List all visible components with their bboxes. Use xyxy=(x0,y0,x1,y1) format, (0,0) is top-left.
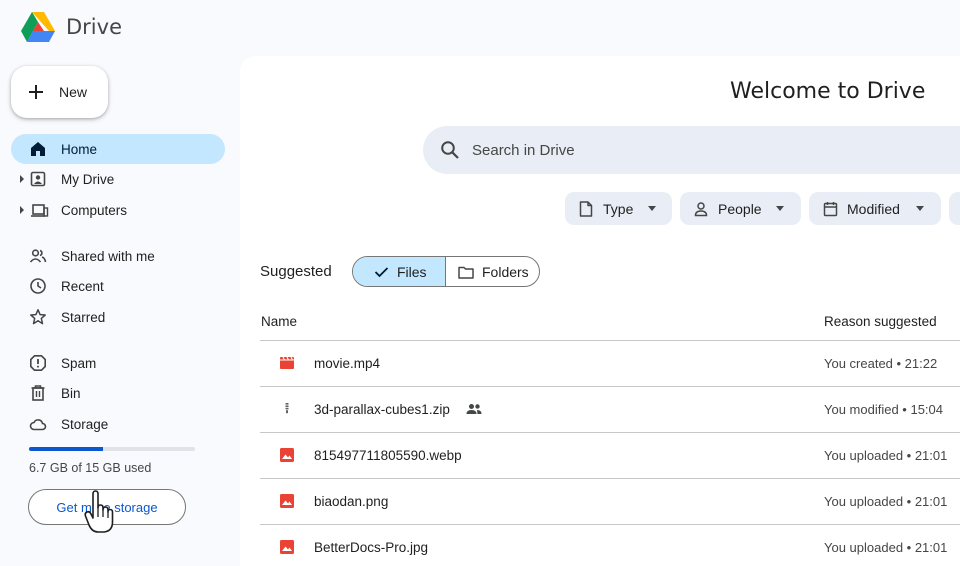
file-name: BetterDocs-Pro.jpg xyxy=(314,540,429,555)
video-icon xyxy=(280,356,294,369)
sidebar-item-storage[interactable]: Storage xyxy=(11,409,225,439)
my-drive-icon xyxy=(30,171,46,187)
new-button[interactable]: New xyxy=(11,66,108,118)
filter-type-label: Type xyxy=(603,201,634,217)
spam-icon xyxy=(30,355,46,371)
search-icon[interactable] xyxy=(440,140,460,160)
chevron-down-icon xyxy=(776,206,784,211)
image-icon xyxy=(280,494,294,508)
sidebar-item-shared-with-me[interactable]: Shared with me xyxy=(11,241,225,271)
table-row[interactable]: 3d-parallax-cubes1.zip You modified • 15… xyxy=(260,387,960,432)
sidebar-item-label: Shared with me xyxy=(61,249,155,264)
cloud-icon xyxy=(29,419,47,431)
app-name: Drive xyxy=(66,15,122,39)
sidebar-item-label: Spam xyxy=(61,356,97,371)
files-folders-toggle: Files Folders xyxy=(352,256,540,287)
bin-icon xyxy=(31,385,45,401)
sidebar-item-label: Recent xyxy=(61,279,104,294)
sidebar-item-label: Starred xyxy=(61,310,106,325)
image-icon xyxy=(280,448,294,462)
plus-icon xyxy=(29,85,43,99)
table-row[interactable]: BetterDocs-Pro.jpg You uploaded • 21:01 xyxy=(260,525,960,566)
person-icon xyxy=(694,202,708,217)
toggle-folders-button[interactable]: Folders xyxy=(446,257,539,286)
filter-people-label: People xyxy=(718,201,762,217)
filter-more-chip[interactable] xyxy=(949,192,960,225)
drive-logo-icon xyxy=(21,12,55,42)
sidebar-item-starred[interactable]: Starred xyxy=(11,302,225,332)
sidebar-item-label: Computers xyxy=(61,203,128,218)
hand-cursor-icon xyxy=(84,490,114,533)
table-row[interactable]: movie.mp4 You created • 21:22 xyxy=(260,341,960,386)
sidebar-item-my-drive[interactable]: My Drive xyxy=(11,164,225,194)
expand-caret-icon[interactable] xyxy=(20,206,24,214)
filter-type-chip[interactable]: Type xyxy=(565,192,672,225)
search-bar[interactable] xyxy=(423,126,960,174)
table-row[interactable]: biaodan.png You uploaded • 21:01 xyxy=(260,479,960,524)
file-name: movie.mp4 xyxy=(314,356,381,371)
computers-icon xyxy=(31,204,49,217)
clock-icon xyxy=(30,278,46,294)
toggle-files-button[interactable]: Files xyxy=(353,257,446,286)
sidebar-item-label: My Drive xyxy=(61,172,115,187)
table-row[interactable]: 815497711805590.webp You uploaded • 21:0… xyxy=(260,433,960,478)
filter-modified-label: Modified xyxy=(847,201,900,217)
filter-people-chip[interactable]: People xyxy=(680,192,801,225)
file-reason: You uploaded • 21:01 xyxy=(824,448,948,463)
suggested-heading: Suggested xyxy=(260,263,332,280)
file-reason: You uploaded • 21:01 xyxy=(824,494,948,509)
expand-caret-icon[interactable] xyxy=(20,175,24,183)
column-header-reason: Reason suggested xyxy=(824,314,937,329)
storage-progress-bar xyxy=(29,447,195,451)
image-icon xyxy=(280,540,294,554)
shared-people-icon xyxy=(466,404,482,414)
filter-modified-chip[interactable]: Modified xyxy=(809,192,941,225)
sidebar-item-computers[interactable]: Computers xyxy=(11,195,225,225)
home-icon xyxy=(31,142,45,156)
file-reason: You created • 21:22 xyxy=(824,356,938,371)
star-icon xyxy=(30,309,46,325)
file-reason: You uploaded • 21:01 xyxy=(824,540,948,555)
folder-icon xyxy=(458,266,474,279)
drive-logo[interactable]: Drive xyxy=(20,10,122,44)
sidebar-item-recent[interactable]: Recent xyxy=(11,271,225,301)
sidebar-item-label: Home xyxy=(61,142,98,157)
toggle-folders-label: Folders xyxy=(482,264,529,280)
sidebar-item-home[interactable]: Home xyxy=(11,134,225,164)
new-button-label: New xyxy=(59,84,88,100)
check-icon xyxy=(374,267,389,278)
chevron-down-icon xyxy=(648,206,656,211)
search-input[interactable] xyxy=(472,138,872,162)
page-title: Welcome to Drive xyxy=(730,79,926,104)
sidebar-item-label: Storage xyxy=(61,417,109,432)
file-reason: You modified • 15:04 xyxy=(824,402,943,417)
calendar-icon xyxy=(823,202,838,217)
toggle-files-label: Files xyxy=(397,264,427,280)
chevron-down-icon xyxy=(916,206,924,211)
file-name: 815497711805590.webp xyxy=(314,448,462,463)
file-icon xyxy=(579,201,593,217)
sidebar-item-label: Bin xyxy=(61,386,81,401)
people-icon xyxy=(29,249,47,263)
file-name: 3d-parallax-cubes1.zip xyxy=(314,402,450,417)
zip-icon xyxy=(285,403,289,414)
file-name: biaodan.png xyxy=(314,494,389,509)
column-header-name[interactable]: Name xyxy=(261,314,297,329)
sidebar-item-bin[interactable]: Bin xyxy=(11,378,225,408)
sidebar-item-spam[interactable]: Spam xyxy=(11,348,225,378)
storage-used-text: 6.7 GB of 15 GB used xyxy=(29,461,152,475)
storage-progress-fill xyxy=(29,447,104,451)
